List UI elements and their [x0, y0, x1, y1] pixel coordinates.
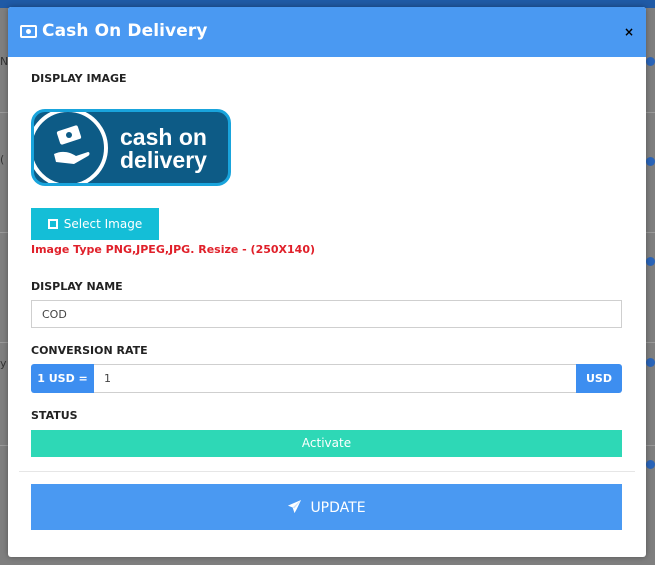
- status-label: STATUS: [31, 409, 78, 422]
- background-dot-icon: [646, 157, 655, 166]
- paper-plane-icon: [288, 499, 302, 513]
- background-text-fragment: y: [0, 357, 7, 370]
- background-text-fragment: (: [0, 153, 5, 166]
- cod-logo-image: cash on delivery: [31, 109, 231, 186]
- close-button[interactable]: ×: [623, 26, 635, 38]
- background-text-fragment: N: [0, 55, 9, 68]
- logo-text-line2: delivery: [120, 147, 207, 173]
- conversion-rate-input[interactable]: [94, 364, 576, 393]
- background-dot-icon: [646, 57, 655, 66]
- rate-prefix-addon: 1 USD =: [31, 364, 94, 393]
- modal-title: Cash On Delivery: [42, 21, 208, 41]
- display-image-label: DISPLAY IMAGE: [31, 72, 127, 85]
- modal-header: Cash On Delivery ×: [8, 7, 646, 57]
- image-icon: [47, 219, 58, 229]
- rate-currency-addon: USD: [576, 364, 622, 393]
- background-dot-icon: [646, 460, 655, 469]
- select-image-button[interactable]: Select Image: [31, 208, 159, 240]
- update-button[interactable]: UPDATE: [31, 484, 622, 530]
- background-dot-icon: [646, 257, 655, 266]
- footer-divider: [19, 471, 635, 472]
- money-icon: [20, 25, 37, 38]
- display-name-input[interactable]: [31, 300, 622, 328]
- activate-status-button[interactable]: Activate: [31, 430, 622, 457]
- update-label: UPDATE: [310, 499, 366, 516]
- background-dot-icon: [646, 358, 655, 367]
- display-name-label: DISPLAY NAME: [31, 280, 123, 293]
- logo-text: cash on delivery: [120, 126, 207, 172]
- logo-text-line1: cash on: [120, 124, 207, 150]
- cash-hand-icon: [54, 125, 90, 164]
- conversion-rate-label: CONVERSION RATE: [31, 344, 148, 357]
- select-image-label: Select Image: [63, 217, 143, 231]
- cash-on-delivery-modal: Cash On Delivery × DISPLAY IMAGE cash on…: [8, 7, 646, 557]
- image-type-hint: Image Type PNG,JPEG,JPG. Resize - (250X1…: [31, 243, 316, 256]
